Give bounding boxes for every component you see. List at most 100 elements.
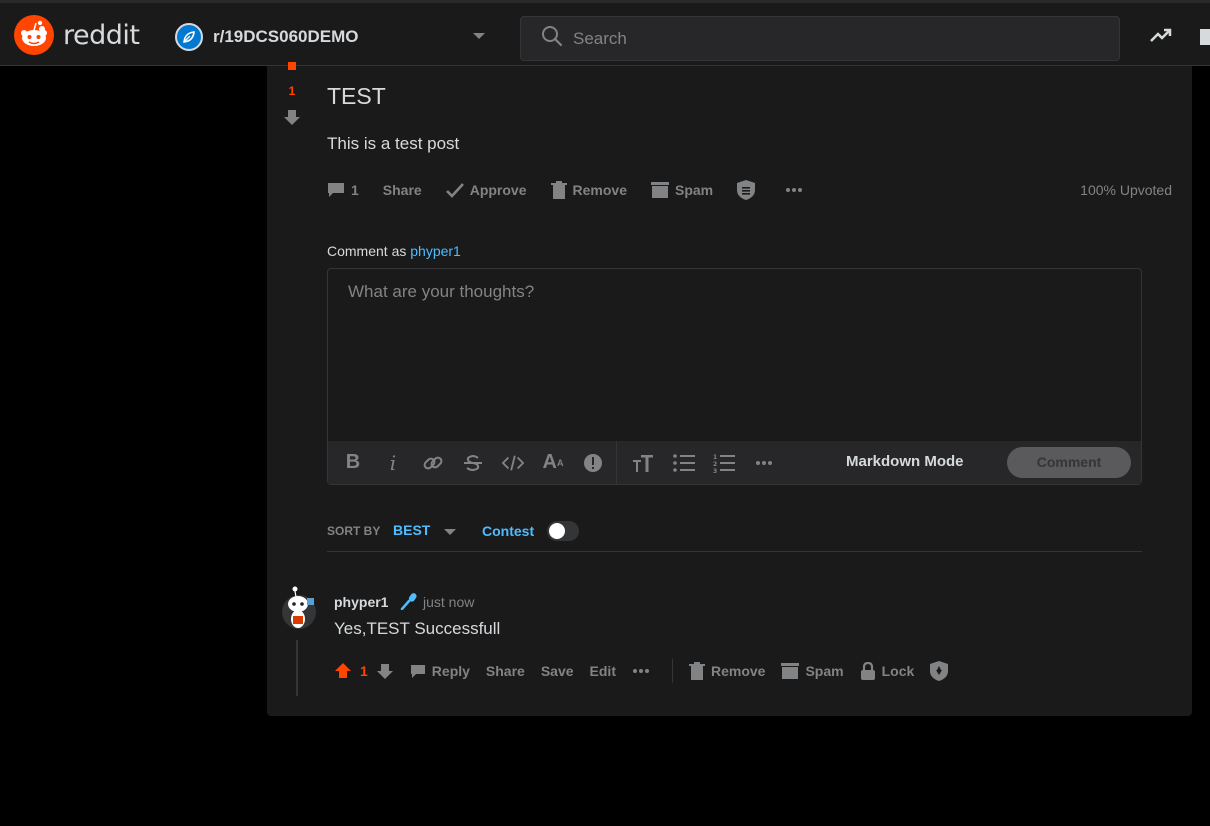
community-selector[interactable]: r/19DCS060DEMO: [175, 23, 485, 51]
share-label: Share: [382, 182, 422, 198]
markdown-mode-button[interactable]: Markdown Mode: [846, 453, 964, 470]
svg-text:1: 1: [713, 454, 717, 461]
search-bar[interactable]: [520, 16, 1120, 61]
comment-actions: 1 Reply Share Save Edit Remove Spam Lock: [334, 656, 970, 686]
approve-label: Approve: [469, 182, 527, 198]
comment-remove-label: Remove: [711, 663, 766, 679]
downvote-arrow-icon[interactable]: [283, 108, 301, 126]
comment-item: phyper1 just now Yes,TEST Successfull 1 …: [281, 582, 1161, 702]
bold-icon[interactable]: B: [342, 451, 364, 474]
comment-as-username[interactable]: phyper1: [410, 243, 461, 259]
comment-mod-shield-button[interactable]: [930, 661, 954, 681]
heading-icon[interactable]: [633, 452, 655, 474]
mod-shield-icon: [930, 661, 949, 681]
comment-score: 1: [360, 663, 368, 679]
svg-text:3: 3: [713, 468, 717, 473]
chevron-down-icon[interactable]: [444, 529, 456, 535]
more-options-button[interactable]: [785, 187, 809, 193]
mod-shield-icon: [737, 180, 756, 200]
lock-button[interactable]: Lock: [860, 662, 915, 680]
lock-label: Lock: [881, 663, 915, 679]
strikethrough-icon[interactable]: [462, 452, 484, 474]
spam-button[interactable]: Spam: [650, 182, 714, 198]
post-actions: 1 Share Approve Remove Spam: [327, 176, 833, 204]
post-score: 1: [288, 84, 296, 98]
toggle-knob: [549, 523, 565, 539]
upvote-arrow-icon[interactable]: [334, 662, 352, 680]
upvote-arrow-icon[interactable]: [285, 62, 299, 74]
svg-text:2: 2: [713, 461, 717, 468]
comment-text: Yes,TEST Successfull: [334, 619, 501, 638]
more-formatting-icon[interactable]: [753, 452, 775, 474]
comment-as-label: Comment as phyper1: [327, 243, 461, 259]
comment-timestamp[interactable]: just now: [423, 594, 474, 610]
trending-icon[interactable]: [1150, 27, 1172, 48]
editor-toolbar: B i AA 123 Markdown Mode Comment: [328, 441, 1141, 484]
comments-count: 1: [351, 182, 359, 198]
comment-textarea[interactable]: [328, 269, 1141, 441]
more-dots-icon: [633, 669, 649, 673]
spam-icon: [781, 663, 800, 679]
link-icon[interactable]: [422, 452, 444, 474]
edit-button[interactable]: Edit: [590, 663, 616, 679]
upvote-ratio: 100% Upvoted: [1080, 182, 1172, 198]
avatar[interactable]: [281, 586, 317, 629]
more-dots-icon: [786, 188, 803, 192]
mod-shield-button[interactable]: [737, 180, 761, 200]
trash-icon: [550, 181, 567, 199]
contest-mode-label[interactable]: Contest: [482, 523, 534, 539]
comment-icon: [410, 664, 425, 678]
sort-by-label: SORT BY: [327, 524, 381, 538]
comment-author[interactable]: phyper1: [334, 594, 388, 610]
comment-more-button[interactable]: [632, 668, 656, 674]
spam-icon: [650, 182, 669, 198]
search-input[interactable]: [573, 28, 1093, 49]
comment-as-text: Comment as: [327, 243, 407, 259]
action-divider: [672, 659, 673, 683]
thread-line[interactable]: [296, 640, 298, 696]
comment-spam-button[interactable]: Spam: [781, 663, 844, 679]
toolbar-divider: [616, 441, 617, 484]
remove-button[interactable]: Remove: [550, 181, 627, 199]
contest-mode-toggle[interactable]: [547, 521, 579, 541]
comment-editor: B i AA 123: [327, 268, 1142, 485]
post-card: 1 TEST This is a test post 1 Share Appro…: [267, 62, 1192, 716]
lock-icon: [860, 662, 875, 680]
save-button[interactable]: Save: [541, 663, 574, 679]
italic-icon[interactable]: i: [382, 451, 404, 475]
comment-remove-button[interactable]: Remove: [689, 662, 765, 680]
downvote-arrow-icon[interactable]: [376, 662, 394, 680]
reddit-snoo-icon: [14, 15, 54, 55]
comment-share-button[interactable]: Share: [486, 663, 525, 679]
share-button[interactable]: Share: [383, 182, 422, 198]
reply-label: Reply: [431, 663, 470, 679]
bulleted-list-icon[interactable]: [673, 452, 695, 474]
post-title: TEST: [327, 83, 386, 109]
chevron-down-icon: [473, 33, 485, 39]
sort-dropdown[interactable]: BEST: [393, 522, 430, 538]
top-navigation-bar: reddit r/19DCS060DEMO: [0, 0, 1210, 66]
superscript-icon[interactable]: AA: [542, 451, 564, 474]
reddit-logo[interactable]: reddit: [14, 15, 140, 55]
approve-button[interactable]: Approve: [445, 182, 527, 198]
code-icon[interactable]: [502, 452, 524, 474]
comment-submit-button[interactable]: Comment: [1007, 447, 1131, 478]
sort-bar: SORT BY BEST Contest: [327, 521, 1142, 552]
microphone-icon: [399, 592, 419, 615]
spam-label: Spam: [674, 182, 714, 198]
checkmark-icon: [445, 183, 464, 198]
remove-label: Remove: [572, 182, 627, 198]
comments-button[interactable]: 1: [327, 182, 359, 198]
stats-icon[interactable]: [1200, 29, 1210, 45]
spoiler-icon[interactable]: [582, 452, 604, 474]
search-icon: [541, 25, 563, 52]
numbered-list-icon[interactable]: 123: [713, 452, 735, 474]
community-name: r/19DCS060DEMO: [213, 27, 359, 46]
post-body: This is a test post: [327, 134, 460, 153]
comment-icon: [328, 183, 344, 197]
reply-button[interactable]: Reply: [410, 663, 470, 679]
community-icon: [175, 23, 203, 51]
reddit-wordmark: reddit: [63, 19, 140, 51]
comment-spam-label: Spam: [805, 663, 844, 679]
trash-icon: [689, 662, 705, 680]
